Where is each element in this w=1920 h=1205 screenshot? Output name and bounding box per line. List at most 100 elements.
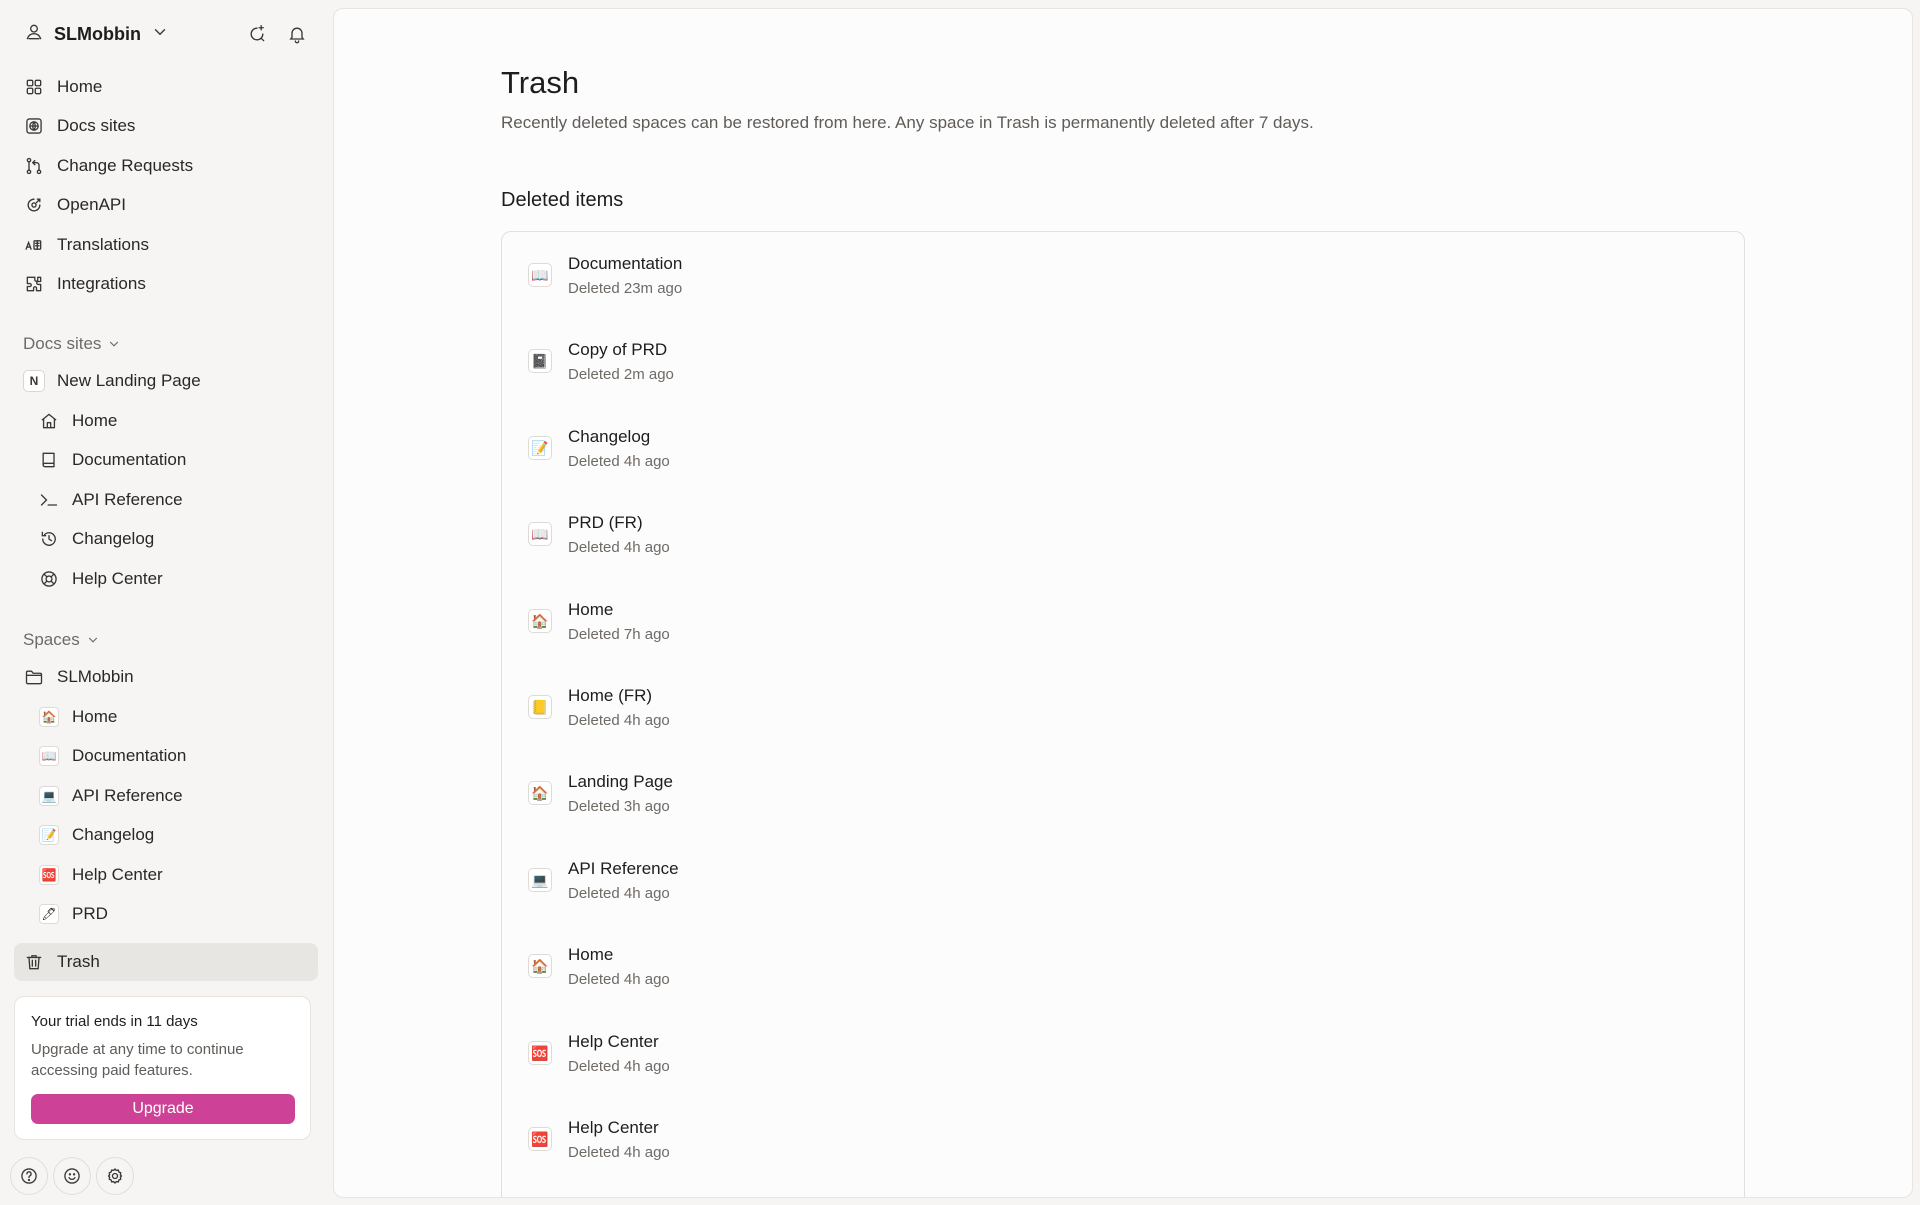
org-header: SLMobbin [14, 16, 314, 52]
deleted-item-name: Changelog [568, 426, 651, 446]
spaces-section-toggle[interactable]: Spaces [23, 628, 100, 652]
deleted-item-row[interactable]: 📒 Home (FR) Deleted 4h ago [502, 664, 1744, 750]
docs-site-new-landing-page[interactable]: N New Landing Page [14, 363, 318, 399]
sidebar-footer [10, 1157, 134, 1195]
sidebar: SLMobbin Home Docs sites Change Requests… [0, 0, 331, 1205]
nav-label: Change Requests [57, 156, 194, 175]
deleted-item-row[interactable]: 📝 Changelog Deleted 4h ago [502, 405, 1744, 491]
bell-icon [289, 27, 305, 44]
org-actions [240, 17, 314, 51]
deleted-item-row[interactable]: 📖 Documentation Deleted 23m ago [502, 232, 1744, 318]
nav-label: Integrations [57, 274, 146, 293]
nav-label: Home [57, 77, 103, 96]
space-label: API Reference [72, 786, 183, 805]
space-documentation[interactable]: 📖 Documentation [29, 738, 318, 774]
nav-openapi[interactable]: OpenAPI [14, 187, 318, 223]
deleted-item-row[interactable]: 🏠 Home Deleted 7h ago [502, 578, 1744, 664]
site-badge: N [23, 370, 45, 392]
deleted-item-time: Deleted 4h ago [568, 970, 670, 988]
deleted-items-heading: Deleted items [501, 189, 624, 211]
deleted-item-time: Deleted 4h ago [568, 538, 670, 556]
deleted-item-name: Copy of PRD [568, 339, 668, 359]
open-book-emoji-icon: 📖 [39, 746, 59, 766]
section-heading: Spaces [23, 630, 80, 649]
deleted-item-row[interactable]: 🏠 Home Deleted 4h ago [502, 923, 1744, 1009]
feedback-button[interactable] [53, 1157, 91, 1195]
history-icon [38, 528, 60, 550]
space-folder-slmobbin[interactable]: SLMobbin [14, 659, 318, 695]
book-icon [38, 449, 60, 471]
notifications-button[interactable] [280, 17, 314, 51]
nav-translations[interactable]: Translations [14, 227, 318, 263]
site-page-label: API Reference [72, 490, 183, 509]
space-home[interactable]: 🏠 Home [29, 699, 318, 735]
site-page-documentation[interactable]: Documentation [29, 442, 318, 478]
user-icon [24, 22, 44, 47]
deleted-item-name: Help Center [568, 1117, 659, 1137]
lifebuoy-icon [38, 568, 60, 590]
trial-description: Upgrade at any time to continue accessin… [31, 1041, 244, 1079]
deleted-item-row[interactable]: 🏠 Landing Page Deleted 3h ago [502, 750, 1744, 836]
deleted-item-row[interactable]: 🆘 Help Center Deleted 4h ago [502, 1010, 1744, 1096]
nav-docs-sites[interactable]: Docs sites [14, 108, 318, 144]
trash-icon [23, 951, 45, 973]
upgrade-button[interactable]: Upgrade [31, 1094, 295, 1124]
settings-button[interactable] [96, 1157, 134, 1195]
deleted-item-name: API Reference [568, 858, 679, 878]
app-window: SLMobbin Home Docs sites Change Requests… [0, 0, 1920, 1205]
space-changelog[interactable]: 📝 Changelog [29, 817, 318, 853]
house-icon [38, 410, 60, 432]
ai-assistant-button[interactable] [240, 17, 274, 51]
site-label: New Landing Page [57, 371, 201, 390]
nav-integrations[interactable]: Integrations [14, 266, 318, 302]
sos-emoji-icon: 🆘 [39, 865, 59, 885]
deleted-item-name: Home (FR) [568, 685, 653, 705]
deleted-item-row[interactable]: 💻 API Reference Deleted 4h ago [502, 837, 1744, 923]
site-page-label: Documentation [72, 450, 187, 469]
space-label: PRD [72, 904, 108, 923]
memo-emoji-icon: 📝 [528, 436, 552, 460]
site-page-changelog[interactable]: Changelog [29, 521, 318, 557]
page-title: Trash [501, 65, 580, 100]
nav-label: Trash [57, 952, 100, 971]
trial-title: Your trial ends in 11 days [31, 1013, 198, 1030]
question-circle-icon [21, 1168, 37, 1184]
trial-card: Your trial ends in 11 days Upgrade at an… [14, 996, 311, 1140]
terminal-icon [38, 489, 60, 511]
deleted-item-name: Home [568, 599, 614, 619]
space-label: Help Center [72, 865, 163, 884]
git-branch-icon [23, 155, 45, 177]
site-page-home[interactable]: Home [29, 403, 318, 439]
site-page-label: Changelog [72, 529, 155, 548]
globe-icon [23, 115, 45, 137]
site-page-api-reference[interactable]: API Reference [29, 482, 318, 518]
deleted-item-time: Deleted 4h ago [568, 711, 670, 729]
memo-emoji-icon: 📝 [39, 825, 59, 845]
deleted-item-time: Deleted 7h ago [568, 625, 670, 643]
deleted-item-row[interactable]: 📓 Copy of PRD Deleted 2m ago [502, 318, 1744, 404]
site-page-help-center[interactable]: Help Center [29, 561, 318, 597]
translate-icon [23, 234, 45, 256]
space-folder-label: SLMobbin [57, 667, 134, 686]
nav-trash[interactable]: Trash [14, 943, 318, 981]
org-switcher-button[interactable]: SLMobbin [14, 16, 179, 52]
nav-change-requests[interactable]: Change Requests [14, 148, 318, 184]
deleted-item-time: Deleted 4h ago [568, 452, 670, 470]
section-heading: Docs sites [23, 334, 102, 353]
smiley-icon [64, 1168, 80, 1184]
space-label: Documentation [72, 746, 187, 765]
deleted-item-row[interactable]: 🆘 Help Center Deleted 4h ago [502, 1096, 1744, 1182]
help-button[interactable] [10, 1157, 48, 1195]
space-help-center[interactable]: 🆘 Help Center [29, 857, 318, 893]
docs-sites-section-toggle[interactable]: Docs sites [23, 332, 121, 356]
nav-home[interactable]: Home [14, 69, 318, 105]
space-prd[interactable]: 🖊 PRD [29, 896, 318, 932]
nav-label: Docs sites [57, 116, 136, 135]
deleted-item-row[interactable]: 📖 PRD (FR) Deleted 4h ago [502, 491, 1744, 577]
laptop-emoji-icon: 💻 [39, 786, 59, 806]
site-page-label: Home [72, 411, 118, 430]
deleted-item-time: Deleted 4h ago [568, 884, 670, 902]
sos-emoji-icon: 🆘 [528, 1127, 552, 1151]
main-content: Trash Recently deleted spaces can be res… [333, 8, 1913, 1198]
space-api-reference[interactable]: 💻 API Reference [29, 778, 318, 814]
